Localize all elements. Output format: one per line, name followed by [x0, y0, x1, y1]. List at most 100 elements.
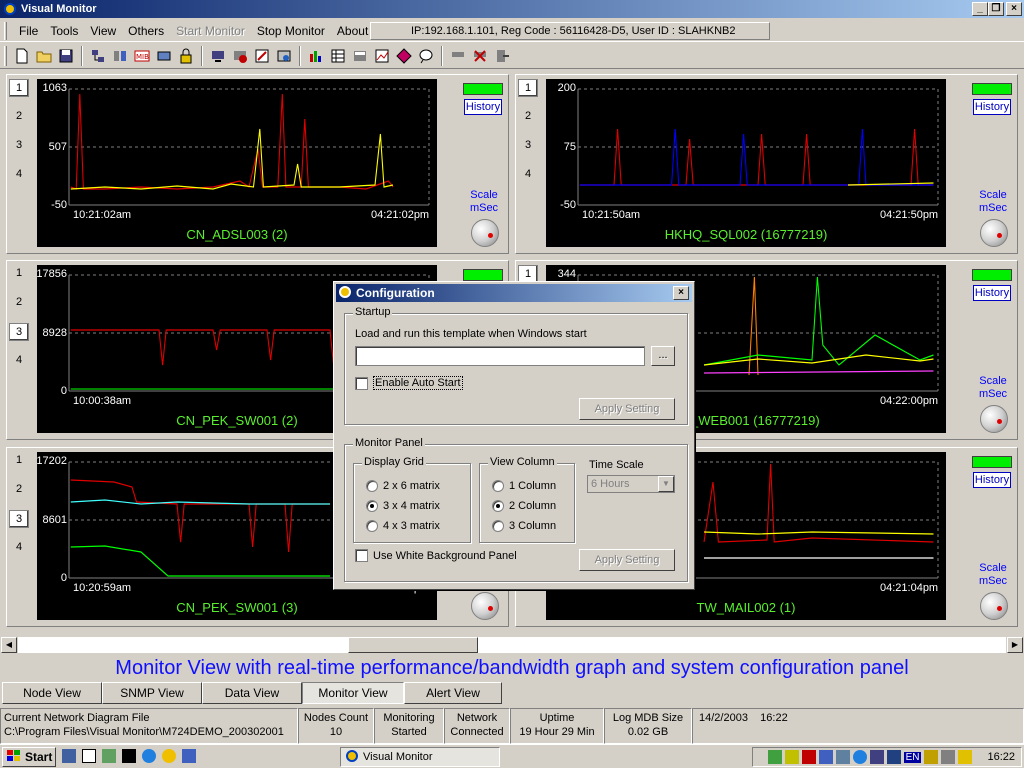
column-option-1[interactable]: 1 Column: [492, 480, 556, 492]
scroll-left-icon[interactable]: ◀: [1, 637, 17, 653]
menu-tools[interactable]: Tools: [44, 22, 84, 40]
desktop-icon[interactable]: [62, 749, 76, 763]
scroll-thumb[interactable]: [348, 637, 478, 653]
panel-tab-1[interactable]: 1: [9, 452, 29, 470]
start-button[interactable]: Start: [2, 747, 56, 767]
scale-knob[interactable]: [471, 592, 499, 620]
display-icon[interactable]: [869, 750, 884, 764]
new-file-icon[interactable]: [11, 45, 33, 67]
exit-icon[interactable]: [491, 45, 513, 67]
scroll-track[interactable]: [18, 637, 1006, 653]
message-icon[interactable]: [415, 45, 437, 67]
globe-icon[interactable]: [852, 750, 867, 764]
table-icon[interactable]: [349, 45, 371, 67]
horizontal-scrollbar[interactable]: ◀ ▶: [0, 636, 1024, 654]
scale-knob[interactable]: [980, 592, 1008, 620]
scale-knob[interactable]: [980, 219, 1008, 247]
monitor-tray-icon[interactable]: [835, 750, 850, 764]
panel-tab-4[interactable]: 4: [9, 166, 29, 184]
browse-button[interactable]: ...: [651, 346, 675, 366]
grid-option-3x4[interactable]: 3 x 4 matrix: [366, 500, 440, 512]
shield-icon[interactable]: [886, 750, 901, 764]
network-shortcut-icon[interactable]: [182, 749, 196, 763]
edit-icon[interactable]: [251, 45, 273, 67]
monitor-add-icon[interactable]: [207, 45, 229, 67]
panel-tab-3[interactable]: 3: [9, 323, 29, 341]
radio-2-column[interactable]: [492, 500, 504, 512]
open-folder-icon[interactable]: [33, 45, 55, 67]
panel-tab-2[interactable]: 2: [9, 481, 29, 499]
taskbar-visual-monitor[interactable]: Visual Monitor: [340, 747, 500, 767]
column-option-3[interactable]: 3 Column: [492, 520, 556, 532]
tab-snmp-view[interactable]: SNMP View: [102, 682, 202, 704]
monitor-on-icon[interactable]: [447, 45, 469, 67]
grid-option-4x3[interactable]: 4 x 3 matrix: [366, 520, 440, 532]
mib-icon[interactable]: MIB: [131, 45, 153, 67]
history-button[interactable]: History: [973, 472, 1011, 488]
panel-tab-3[interactable]: 3: [518, 137, 538, 155]
menu-stop-monitor[interactable]: Stop Monitor: [251, 22, 331, 40]
network-tray-icon[interactable]: [767, 750, 782, 764]
lan-icon[interactable]: [818, 750, 833, 764]
auto-start-checkbox[interactable]: [355, 376, 368, 390]
app-shortcut-icon[interactable]: [162, 749, 176, 763]
alert-help-icon[interactable]: [229, 45, 251, 67]
panel-tab-1[interactable]: 1: [518, 79, 538, 97]
panel-tab-4[interactable]: 4: [9, 539, 29, 557]
history-button[interactable]: History: [973, 99, 1011, 115]
history-button[interactable]: History: [973, 285, 1011, 301]
panel-tab-1[interactable]: 1: [9, 265, 29, 283]
bar-chart-icon[interactable]: [305, 45, 327, 67]
graph-area[interactable]: 200 75 -50 10:21:50am 04:21:50pm HKHQ_SQ…: [546, 79, 946, 247]
scale-knob[interactable]: [471, 219, 499, 247]
network-node-icon[interactable]: [87, 45, 109, 67]
refresh-icon[interactable]: [102, 749, 116, 763]
column-option-2[interactable]: 2 Column: [492, 500, 556, 512]
menu-start-monitor[interactable]: Start Monitor: [170, 22, 251, 40]
alert-tray-icon[interactable]: [801, 750, 816, 764]
radio-3x4[interactable]: [366, 500, 378, 512]
device-icon[interactable]: [153, 45, 175, 67]
panel-tab-4[interactable]: 4: [9, 352, 29, 370]
window-title-bar[interactable]: Visual Monitor _ ❐ ×: [0, 0, 1024, 18]
template-path-input[interactable]: [355, 346, 645, 366]
radio-4x3[interactable]: [366, 520, 378, 532]
window-icon[interactable]: [82, 749, 96, 763]
white-bg-option[interactable]: Use White Background Panel: [355, 549, 517, 562]
panel-tab-1[interactable]: 1: [9, 79, 29, 97]
history-button[interactable]: History: [464, 99, 502, 115]
radio-1-column[interactable]: [492, 480, 504, 492]
menu-about[interactable]: About: [331, 22, 374, 40]
time-scale-select[interactable]: 6 Hours ▼: [587, 475, 675, 493]
clock-tray-icon[interactable]: [924, 750, 939, 764]
scroll-right-icon[interactable]: ▶: [1007, 637, 1023, 653]
scale-knob[interactable]: [980, 405, 1008, 433]
chevron-down-icon[interactable]: ▼: [658, 476, 674, 492]
auto-start-option[interactable]: Enable Auto Start: [355, 376, 463, 390]
panel-tab-2[interactable]: 2: [9, 108, 29, 126]
language-indicator[interactable]: EN: [903, 751, 922, 763]
close-icon[interactable]: ×: [1006, 2, 1022, 16]
settings-icon[interactable]: [273, 45, 295, 67]
tab-monitor-view[interactable]: Monitor View: [302, 682, 404, 704]
panel-tab-2[interactable]: 2: [518, 108, 538, 126]
graph-edit-icon[interactable]: [371, 45, 393, 67]
grid-icon[interactable]: [327, 45, 349, 67]
restore-icon[interactable]: ❐: [988, 2, 1004, 16]
menu-others[interactable]: Others: [122, 22, 170, 40]
graph-area[interactable]: 1063 507 -50 10:21:02am 04:21:02pm CN_AD…: [37, 79, 437, 247]
apply-startup-button[interactable]: Apply Setting: [579, 398, 675, 420]
menu-view[interactable]: View: [84, 22, 122, 40]
tab-alert-view[interactable]: Alert View: [404, 682, 502, 704]
tab-node-view[interactable]: Node View: [2, 682, 102, 704]
connect-icon[interactable]: [109, 45, 131, 67]
dialog-title-bar[interactable]: Configuration ×: [336, 284, 692, 302]
panel-tab-4[interactable]: 4: [518, 166, 538, 184]
tab-data-view[interactable]: Data View: [202, 682, 302, 704]
diamond-icon[interactable]: [393, 45, 415, 67]
radio-3-column[interactable]: [492, 520, 504, 532]
lock-icon[interactable]: [175, 45, 197, 67]
save-icon[interactable]: [55, 45, 77, 67]
dialog-close-icon[interactable]: ×: [673, 286, 689, 300]
menu-file[interactable]: File: [13, 22, 44, 40]
